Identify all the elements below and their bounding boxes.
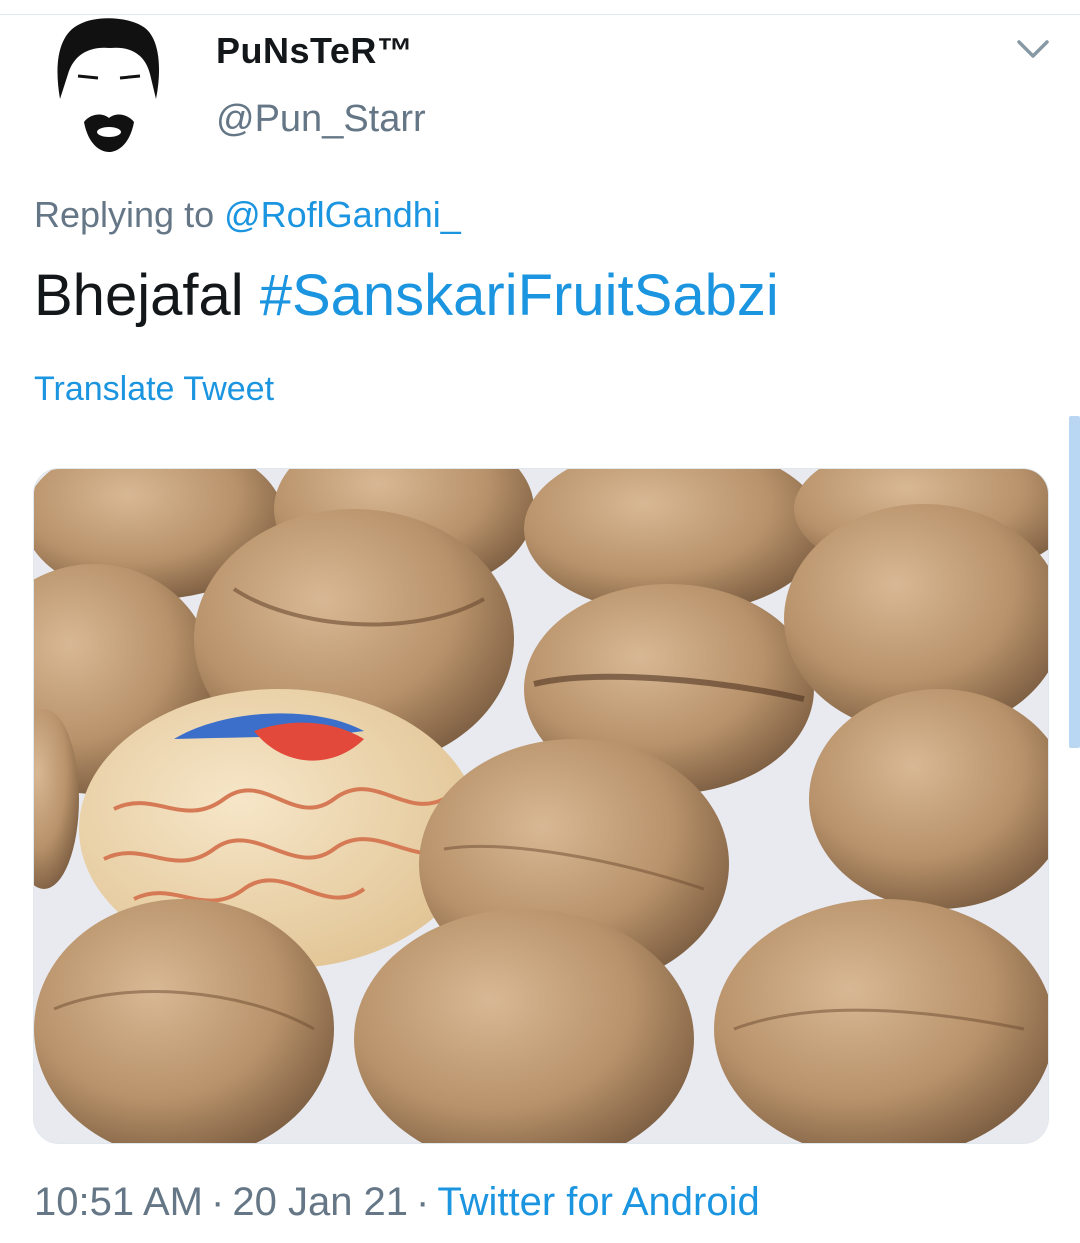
tweet-date: 20 Jan 21 (232, 1180, 409, 1224)
replying-mention-link[interactable]: @RoflGandhi_ (224, 194, 461, 235)
user-handle[interactable]: @Pun_Starr (216, 98, 426, 141)
meta-separator: · (211, 1180, 225, 1224)
tweet-source-link[interactable]: Twitter for Android (437, 1180, 759, 1224)
avatar[interactable] (50, 14, 168, 162)
chevron-down-icon[interactable] (1013, 32, 1053, 66)
hashtag-link[interactable]: #SanskariFruitSabzi (260, 263, 779, 328)
tweet-media-image[interactable] (33, 468, 1049, 1144)
tweet-text: Bhejafal #SanskariFruitSabzi (34, 262, 779, 329)
tweet-time: 10:51 AM (34, 1180, 204, 1224)
translate-tweet-link[interactable]: Translate Tweet (34, 370, 274, 409)
scrollbar-thumb[interactable] (1069, 416, 1080, 748)
replying-to: Replying to @RoflGandhi_ (34, 194, 461, 236)
display-name[interactable]: PuNsTeR™ (216, 30, 413, 72)
meta-separator: · (416, 1180, 430, 1224)
tweet-meta: 10:51 AM · 20 Jan 21 · Twitter for Android (34, 1180, 760, 1225)
tweet-text-plain: Bhejafal (34, 263, 260, 328)
replying-prefix: Replying to (34, 194, 225, 235)
